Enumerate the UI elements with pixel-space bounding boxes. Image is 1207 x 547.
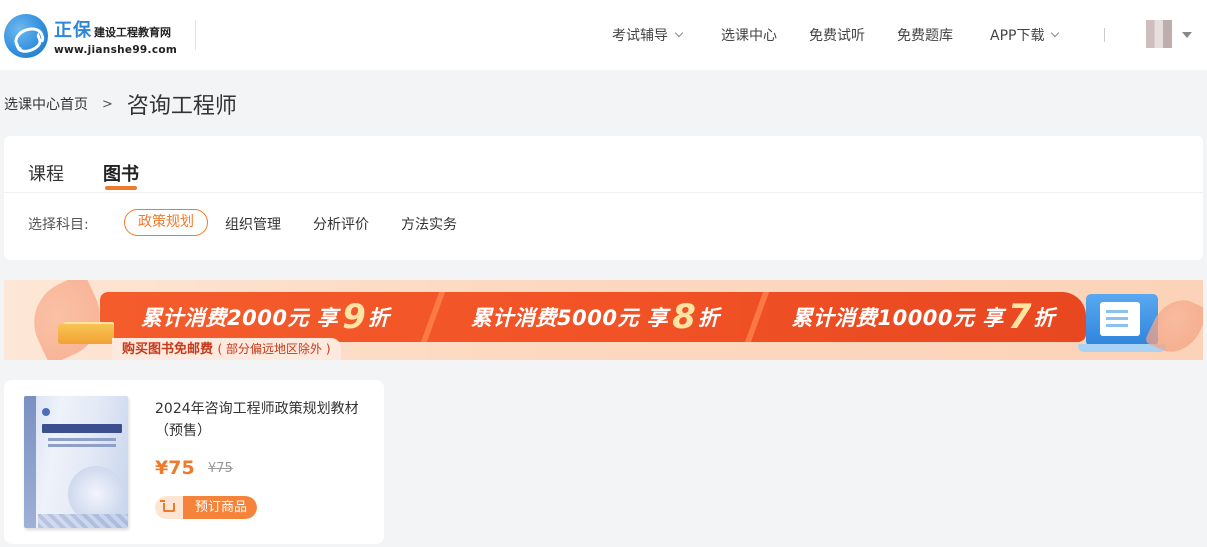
- filter-policy-planning[interactable]: 政策规划: [124, 209, 208, 236]
- subject-filter-label: 选择科目:: [28, 217, 89, 233]
- nav-item-app-download[interactable]: APP下载: [990, 0, 1060, 70]
- tabs-divider: [4, 192, 1203, 193]
- chevron-down-icon: [1051, 28, 1060, 38]
- nav-label: 免费试听: [809, 28, 865, 44]
- site-logo[interactable]: 正保 建设工程教育网 www.jianshe99.com: [4, 14, 177, 58]
- page-title: 咨询工程师: [126, 94, 237, 119]
- logo-url: www.jianshe99.com: [54, 44, 178, 56]
- discount-suffix: 折: [697, 306, 719, 330]
- discount-tier-1: 累计消费2000元 享9折: [100, 292, 430, 342]
- breadcrumb: 选课中心首页 > 咨询工程师: [4, 88, 237, 120]
- discount-suffix: 折: [367, 306, 389, 330]
- preorder-button[interactable]: 预订商品: [155, 496, 258, 519]
- discount-strip: 累计消费2000元 享9折 累计消费5000元 享8折 累计消费10000元 享…: [100, 292, 1086, 342]
- product-price: ¥75: [155, 457, 195, 479]
- book-spine: [24, 396, 36, 528]
- nav-divider: [1104, 28, 1105, 42]
- free-shipping-text: 购买图书免邮费: [122, 342, 214, 357]
- category-card: 课程 图书 选择科目: 政策规划 组织管理 分析评价 方法实务: [4, 136, 1203, 260]
- avatar[interactable]: [1146, 20, 1172, 48]
- filter-analysis-evaluation[interactable]: 分析评价: [313, 214, 369, 234]
- logo-text: 正保 建设工程教育网 www.jianshe99.com: [54, 16, 177, 56]
- book-cover-image[interactable]: [24, 396, 128, 528]
- nav-label: 考试辅导: [612, 28, 668, 44]
- discount-number: 8: [672, 297, 696, 337]
- nav-item-free-trial[interactable]: 免费试听: [809, 0, 865, 70]
- nav-label: 免费题库: [897, 28, 953, 44]
- cover-pattern: [38, 514, 128, 528]
- discount-text: 累计消费10000元 享: [791, 306, 1004, 330]
- discount-number: 9: [342, 297, 366, 337]
- nav-item-exam-guidance[interactable]: 考试辅导: [612, 0, 684, 70]
- cover-title-bar: [42, 424, 122, 433]
- product-original-price: ¥75: [208, 461, 233, 476]
- free-shipping-exception: ( 部分偏远地区除外 ): [217, 342, 331, 356]
- product-card[interactable]: 2024年咨询工程师政策规划教材（预售） ¥75 ¥75 预订商品: [4, 380, 384, 544]
- discount-suffix: 折: [1033, 306, 1055, 330]
- tab-courses[interactable]: 课程: [28, 160, 64, 186]
- breadcrumb-home-link[interactable]: 选课中心首页: [4, 94, 88, 114]
- cover-subtitle-bar: [48, 444, 116, 447]
- cover-subtitle-bar: [48, 438, 116, 441]
- logo-divider: [195, 20, 196, 50]
- discount-tier-3: 累计消费10000元 享7折: [760, 292, 1086, 342]
- nav-item-course-center[interactable]: 选课中心: [721, 0, 777, 70]
- logo-subtitle: 建设工程教育网: [94, 26, 171, 39]
- discount-tier-2: 累计消费5000元 享8折: [436, 292, 754, 342]
- filter-methods-practice[interactable]: 方法实务: [401, 214, 457, 234]
- chevron-down-icon: [674, 28, 684, 38]
- nav-item-free-questions[interactable]: 免费题库: [897, 0, 953, 70]
- cart-icon: [155, 496, 183, 519]
- logo-name: 正保: [54, 20, 92, 41]
- product-title[interactable]: 2024年咨询工程师政策规划教材（预售）: [155, 398, 367, 442]
- breadcrumb-separator: >: [102, 96, 113, 112]
- nav-label: 选课中心: [721, 28, 777, 44]
- logo-icon: [4, 14, 48, 58]
- nav-label: APP下载: [990, 28, 1045, 44]
- discount-number: 7: [1007, 297, 1032, 337]
- publisher-mark-icon: [42, 408, 50, 416]
- active-tab-indicator: [105, 186, 137, 190]
- discount-text: 累计消费2000元 享: [141, 306, 339, 330]
- preorder-label: 预订商品: [183, 496, 258, 519]
- caret-down-icon[interactable]: [1182, 32, 1192, 38]
- discount-text: 累计消费5000元 享: [471, 306, 669, 330]
- free-shipping-note: 购买图书免邮费 ( 部分偏远地区除外 ): [112, 338, 341, 360]
- book-icon: [58, 324, 114, 344]
- promo-banner[interactable]: 累计消费2000元 享9折 累计消费5000元 享8折 累计消费10000元 享…: [4, 280, 1203, 360]
- tab-books[interactable]: 图书: [103, 160, 139, 186]
- top-header: 正保 建设工程教育网 www.jianshe99.com 考试辅导 选课中心 免…: [0, 0, 1207, 70]
- filter-organization-management[interactable]: 组织管理: [225, 214, 281, 234]
